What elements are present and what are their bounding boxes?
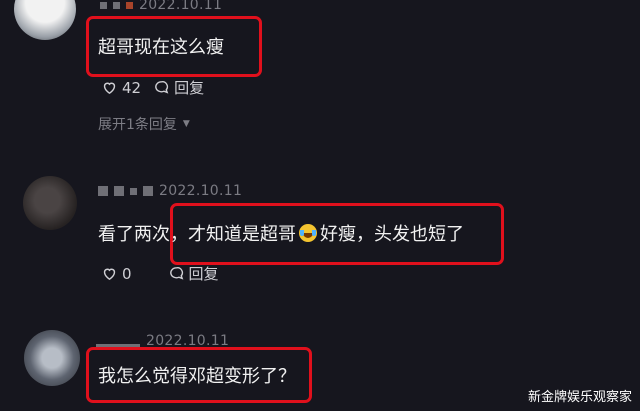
avatar[interactable] bbox=[24, 330, 80, 386]
reply-button[interactable]: 回复 bbox=[153, 77, 204, 98]
comment-text-part: 看了两次， bbox=[98, 224, 188, 245]
comment-text-part: 才知道是超哥 bbox=[188, 224, 296, 245]
username-obscured[interactable] bbox=[114, 186, 124, 196]
chat-bubble-icon bbox=[155, 81, 169, 94]
comment-date: 2022.10.11 bbox=[139, 0, 223, 13]
comment-meta: 2022.10.11 bbox=[98, 183, 242, 199]
like-count: 0 bbox=[122, 264, 132, 283]
username-obscured[interactable] bbox=[130, 187, 137, 195]
avatar[interactable] bbox=[23, 176, 77, 230]
username-obscured[interactable] bbox=[126, 1, 133, 9]
comment-actions: 42 回复 bbox=[101, 77, 204, 98]
comment-text: 看了两次，才知道是超哥 好瘦，头发也短了 bbox=[98, 220, 464, 246]
like-count: 42 bbox=[122, 78, 142, 97]
comment-text-part: 好瘦，头发也短了 bbox=[320, 224, 464, 245]
reply-button[interactable]: 回复 bbox=[168, 263, 219, 284]
username-obscured[interactable] bbox=[113, 1, 120, 9]
comment-date: 2022.10.11 bbox=[159, 183, 243, 199]
heart-icon bbox=[103, 82, 116, 95]
username-obscured[interactable] bbox=[98, 186, 108, 196]
username-obscured[interactable] bbox=[100, 1, 107, 9]
expand-replies-button[interactable]: 展开1条回复 ▼ bbox=[98, 114, 190, 134]
triangle-down-icon: ▼ bbox=[182, 119, 190, 129]
like-button[interactable]: 42 bbox=[101, 79, 141, 97]
like-button[interactable]: 0 bbox=[101, 265, 132, 283]
reply-label: 回复 bbox=[188, 265, 219, 283]
comment-text: 超哥现在这么瘦 bbox=[98, 37, 224, 58]
watermark: 新金牌娱乐观察家 bbox=[527, 390, 632, 405]
avatar[interactable] bbox=[14, 0, 76, 40]
chat-bubble-icon bbox=[169, 267, 183, 280]
comment-actions: 0 回复 bbox=[101, 263, 219, 284]
username-obscured[interactable] bbox=[143, 186, 153, 196]
comment-meta: 2022.10.11 bbox=[100, 0, 222, 13]
reply-label: 回复 bbox=[174, 79, 205, 97]
heart-icon bbox=[103, 268, 116, 281]
comment-text: 我怎么觉得邓超变形了？ bbox=[98, 366, 296, 387]
rofl-emoji-icon bbox=[299, 224, 317, 242]
expand-replies-label: 展开1条回复 bbox=[98, 117, 177, 133]
